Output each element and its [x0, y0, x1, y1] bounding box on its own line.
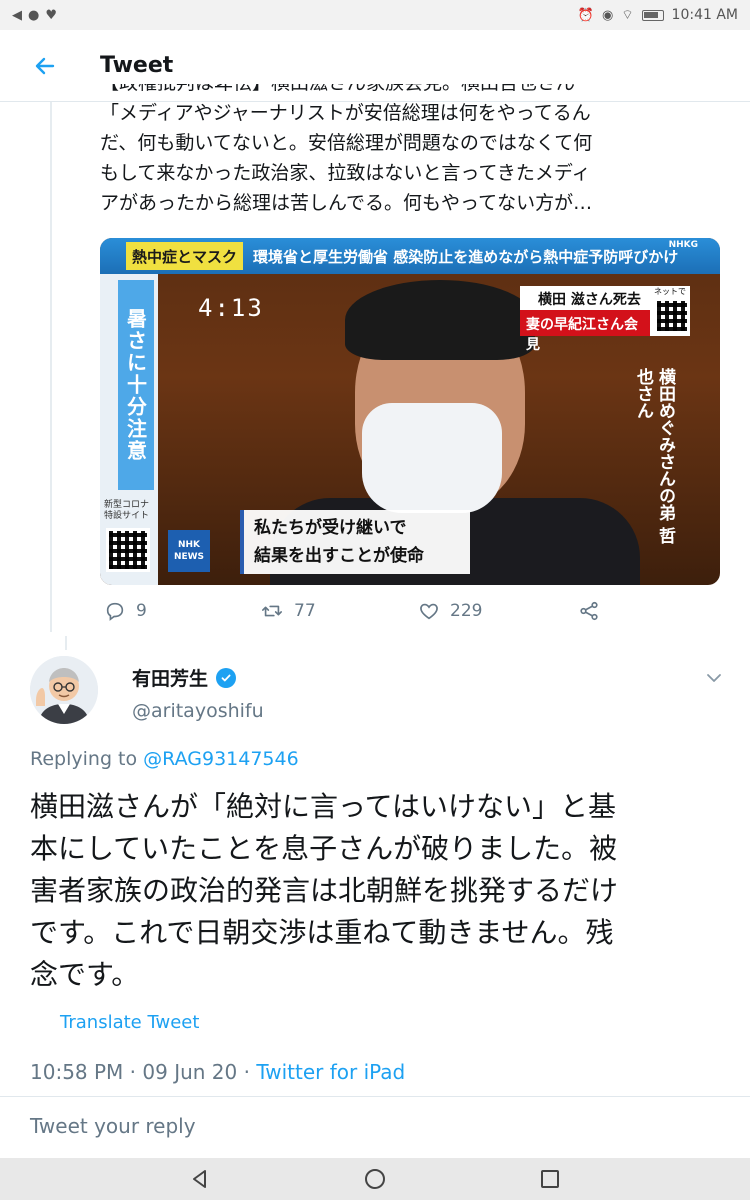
- clock-display: 4:13: [198, 294, 264, 322]
- replying-prefix: Replying to: [30, 748, 138, 770]
- retweet-count: 77: [294, 601, 316, 621]
- like-button[interactable]: 229: [418, 600, 482, 622]
- back-button[interactable]: [0, 30, 90, 102]
- back-arrow-small-icon: ◀: [12, 7, 22, 23]
- tweet-body-line: 本にしていたことを息子さんが破りました。被: [30, 832, 618, 865]
- arrow-left-icon: [35, 57, 55, 74]
- name-caption-bottom: 妻の早紀江さん会見: [520, 310, 650, 353]
- reply-input[interactable]: Tweet your reply: [30, 1114, 196, 1138]
- nav-back-button[interactable]: [188, 1167, 212, 1191]
- tweet-body: 横田滋さんが「絶対に言ってはいけない」と基 本にしていたことを息子さんが破りまし…: [30, 786, 720, 996]
- reply-icon: [106, 602, 124, 621]
- square-recents-icon: [541, 1170, 559, 1188]
- name-caption-top: 横田 滋さん死去: [538, 292, 641, 308]
- subtitle-line: 私たちが受け継いで: [254, 518, 407, 538]
- triangle-back-icon: [193, 1170, 206, 1188]
- name-caption-box: 横田 滋さん死去 妻の早紀江さん会見 ネットでも: [520, 286, 690, 353]
- face-mask: [362, 403, 502, 513]
- eye-icon: ◉: [601, 7, 614, 23]
- tweet-media-image[interactable]: 熱中症とマスク 環境省と厚生労働省 感染防止を進めながら熱中症予防呼びかけ NH…: [100, 238, 720, 585]
- side-banner: 暑さに十分注意: [118, 280, 154, 490]
- avatar[interactable]: [30, 656, 98, 724]
- qr-code-right: [654, 298, 690, 334]
- tweet-detail-screen: ◀ ● ♥ ⏰ ◉ ⌔ 10:41 AM Tweet 【政権批判は卑怯】横田滋さ…: [0, 0, 750, 1200]
- share-button[interactable]: [578, 600, 600, 622]
- nhk-news-logo: NHK NEWS: [168, 530, 210, 572]
- verified-badge-icon: [216, 667, 237, 688]
- chevron-down-icon: [707, 674, 721, 682]
- avatar-illustration-icon: [30, 656, 98, 724]
- retweet-icon: [262, 605, 282, 617]
- status-bar: ◀ ● ♥ ⏰ ◉ ⌔ 10:41 AM: [0, 0, 750, 30]
- replying-to-mention[interactable]: @RAG93147546: [143, 748, 299, 770]
- tweet-timestamp: 10:58 PM · 09 Jun 20 ·: [30, 1060, 257, 1084]
- nhk-logo-bottom: NEWS: [173, 552, 205, 562]
- like-count: 229: [450, 601, 483, 621]
- subtitle-box: 私たちが受け継いで 結果を出すことが使命: [240, 510, 470, 574]
- chat-bubble-icon: ●: [28, 7, 40, 23]
- page-title: Tweet: [100, 53, 174, 78]
- wifi-icon: ⌔: [621, 8, 634, 23]
- circle-home-icon: [365, 1169, 385, 1189]
- tweet-body-line: 念です。: [30, 958, 140, 991]
- battery-icon: [641, 9, 664, 21]
- tweet-body-line: 横田滋さんが「絶対に言ってはいけない」と基: [30, 790, 617, 823]
- parent-tweet-text[interactable]: 【政権批判は卑怯】横田滋さん家族会見。横田哲也さん 「メディアやジャーナリストが…: [100, 84, 720, 229]
- thread-connector-line: [50, 102, 52, 632]
- ticker-tag: 熱中症とマスク: [126, 242, 244, 270]
- retweet-button[interactable]: 77: [260, 600, 316, 622]
- reply-count: 9: [136, 601, 147, 621]
- news-ticker: 熱中症とマスク 環境省と厚生労働省 感染防止を進めながら熱中症予防呼びかけ NH…: [100, 238, 720, 274]
- nav-home-button[interactable]: [363, 1167, 387, 1191]
- ticker-text: 環境省と厚生労働省 感染防止を進めながら熱中症予防呼びかけ: [253, 247, 679, 266]
- person-hair: [345, 280, 535, 360]
- replying-to-line: Replying to @RAG93147546: [30, 748, 299, 770]
- nhk-logo-top: NHK: [177, 540, 201, 550]
- nav-recents-button[interactable]: [538, 1167, 562, 1191]
- tweet-body-line: 害者家族の政治的発言は北朝鮮を挑発するだけ: [30, 874, 619, 907]
- alarm-icon: ⏰: [577, 7, 594, 23]
- parent-tweet-actions: 9 77 229: [100, 596, 720, 626]
- author-handle[interactable]: @aritayoshifu: [132, 700, 264, 722]
- translate-tweet-link[interactable]: Translate Tweet: [60, 1012, 199, 1033]
- tweet-body-line: です。これで日朝交渉は重ねて動きません。残: [30, 916, 614, 949]
- parent-tweet-line: 【政権批判は卑怯】横田滋さん家族会見。横田哲也さん: [100, 84, 720, 98]
- status-left-icons: ◀ ● ♥: [12, 8, 57, 23]
- parent-tweet-line: 「メディアやジャーナリストが安倍総理は何をやってるん: [100, 102, 591, 124]
- subtitle-line: 結果を出すことが使命: [254, 546, 424, 566]
- system-nav-bar: [0, 1158, 750, 1200]
- tweet-options-button[interactable]: [704, 668, 724, 688]
- parent-tweet-line: だ、何も動いてないと。安倍総理が問題なのではなくて何: [100, 132, 593, 154]
- vertical-caption: 横田めぐみさんの弟 哲也さん: [633, 368, 675, 544]
- tweet-meta: 10:58 PM · 09 Jun 20 · Twitter for iPad: [30, 1060, 405, 1084]
- heart-icon: [420, 603, 438, 620]
- parent-tweet-line: アがあったから総理は苦しんでる。何もやってない方が…: [100, 192, 593, 214]
- divider: [0, 1096, 750, 1097]
- author-name: 有田芳生: [132, 668, 209, 690]
- author-name-row[interactable]: 有田芳生: [132, 664, 237, 691]
- tweet-source-link[interactable]: Twitter for iPad: [256, 1060, 405, 1084]
- status-time: 10:41 AM: [671, 7, 738, 23]
- qr-code-left: [106, 528, 150, 572]
- nhk-corner-logo: NHKG: [668, 240, 698, 250]
- share-icon: [580, 601, 598, 621]
- thread-connector-short: [65, 636, 67, 650]
- heart-status-icon: ♥: [45, 7, 57, 23]
- side-caption: 新型コロナ特設サイト: [104, 500, 150, 521]
- parent-tweet-line: もして来なかった政治家、拉致はないと言ってきたメディ: [100, 162, 591, 184]
- reply-button[interactable]: 9: [104, 600, 147, 622]
- status-right-icons: ⏰ ◉ ⌔ 10:41 AM: [578, 7, 738, 23]
